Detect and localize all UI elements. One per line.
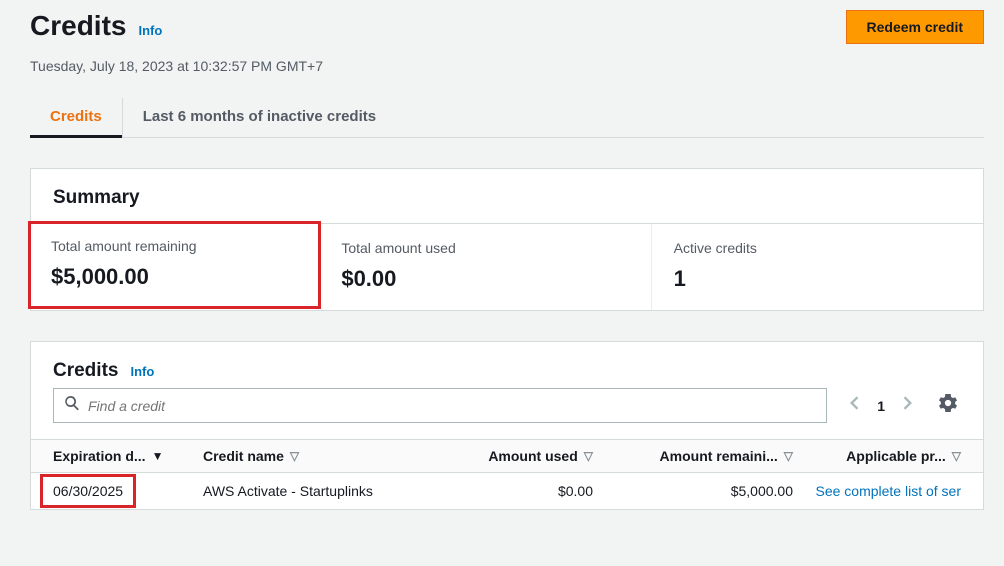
summary-active: Active credits 1 <box>652 224 983 310</box>
table-header: Expiration d... ▼ Credit name ▽ Amount u… <box>31 439 983 473</box>
summary-active-value: 1 <box>674 266 961 292</box>
col-credit-name[interactable]: Credit name ▽ <box>203 448 423 464</box>
col-remain-label: Amount remaini... <box>660 448 778 464</box>
tabs: Credits Last 6 months of inactive credit… <box>30 98 984 138</box>
cell-amount-used: $0.00 <box>423 483 593 499</box>
redeem-credit-button[interactable]: Redeem credit <box>846 10 984 44</box>
page-title: Credits <box>30 10 126 42</box>
search-icon <box>64 395 88 416</box>
summary-title: Summary <box>31 169 983 224</box>
summary-panel: Summary Total amount remaining $5,000.00… <box>30 168 984 311</box>
cell-credit-name: AWS Activate - Startuplinks <box>203 483 423 499</box>
expiration-value: 06/30/2025 <box>40 474 136 508</box>
col-name-label: Credit name <box>203 448 284 464</box>
page-prev-button[interactable] <box>841 393 867 419</box>
col-used-label: Amount used <box>488 448 577 464</box>
col-amount-used[interactable]: Amount used ▽ <box>423 448 593 464</box>
credits-panel: Credits Info 1 <box>30 341 984 510</box>
sort-desc-icon: ▼ <box>152 449 164 463</box>
summary-remaining: Total amount remaining $5,000.00 <box>31 224 319 310</box>
timestamp: Tuesday, July 18, 2023 at 10:32:57 PM GM… <box>30 58 984 74</box>
table-row: 06/30/2025 AWS Activate - Startuplinks $… <box>31 473 983 509</box>
col-amount-remaining[interactable]: Amount remaini... ▽ <box>593 448 793 464</box>
sort-icon: ▽ <box>584 449 593 463</box>
info-link-credits[interactable]: Info <box>130 364 154 379</box>
search-box[interactable] <box>53 388 827 423</box>
page-number: 1 <box>877 398 885 414</box>
col-expiration[interactable]: Expiration d... ▼ <box>53 448 203 464</box>
page-next-button[interactable] <box>895 393 921 419</box>
chevron-right-icon <box>903 396 913 415</box>
col-applicable[interactable]: Applicable pr... ▽ <box>793 448 961 464</box>
summary-active-label: Active credits <box>674 240 961 256</box>
sort-icon: ▽ <box>290 449 299 463</box>
sort-icon: ▽ <box>784 449 793 463</box>
cell-applicable-link[interactable]: See complete list of ser <box>793 483 961 499</box>
pagination: 1 <box>841 393 921 419</box>
col-expiration-label: Expiration d... <box>53 448 146 464</box>
summary-used-value: $0.00 <box>341 266 628 292</box>
summary-remaining-label: Total amount remaining <box>51 238 298 254</box>
settings-button[interactable] <box>935 393 961 419</box>
tab-credits[interactable]: Credits <box>30 98 123 137</box>
cell-expiration: 06/30/2025 <box>53 483 203 499</box>
info-link-header[interactable]: Info <box>138 23 162 38</box>
credits-section-title: Credits <box>53 360 118 382</box>
gear-icon <box>939 394 957 417</box>
summary-used: Total amount used $0.00 <box>319 224 651 310</box>
col-applicable-label: Applicable pr... <box>846 448 946 464</box>
sort-icon: ▽ <box>952 449 961 463</box>
tab-inactive-credits[interactable]: Last 6 months of inactive credits <box>123 98 396 137</box>
summary-remaining-value: $5,000.00 <box>51 264 298 290</box>
summary-used-label: Total amount used <box>341 240 628 256</box>
search-input[interactable] <box>88 398 816 414</box>
cell-amount-remaining: $5,000.00 <box>593 483 793 499</box>
chevron-left-icon <box>849 396 859 415</box>
